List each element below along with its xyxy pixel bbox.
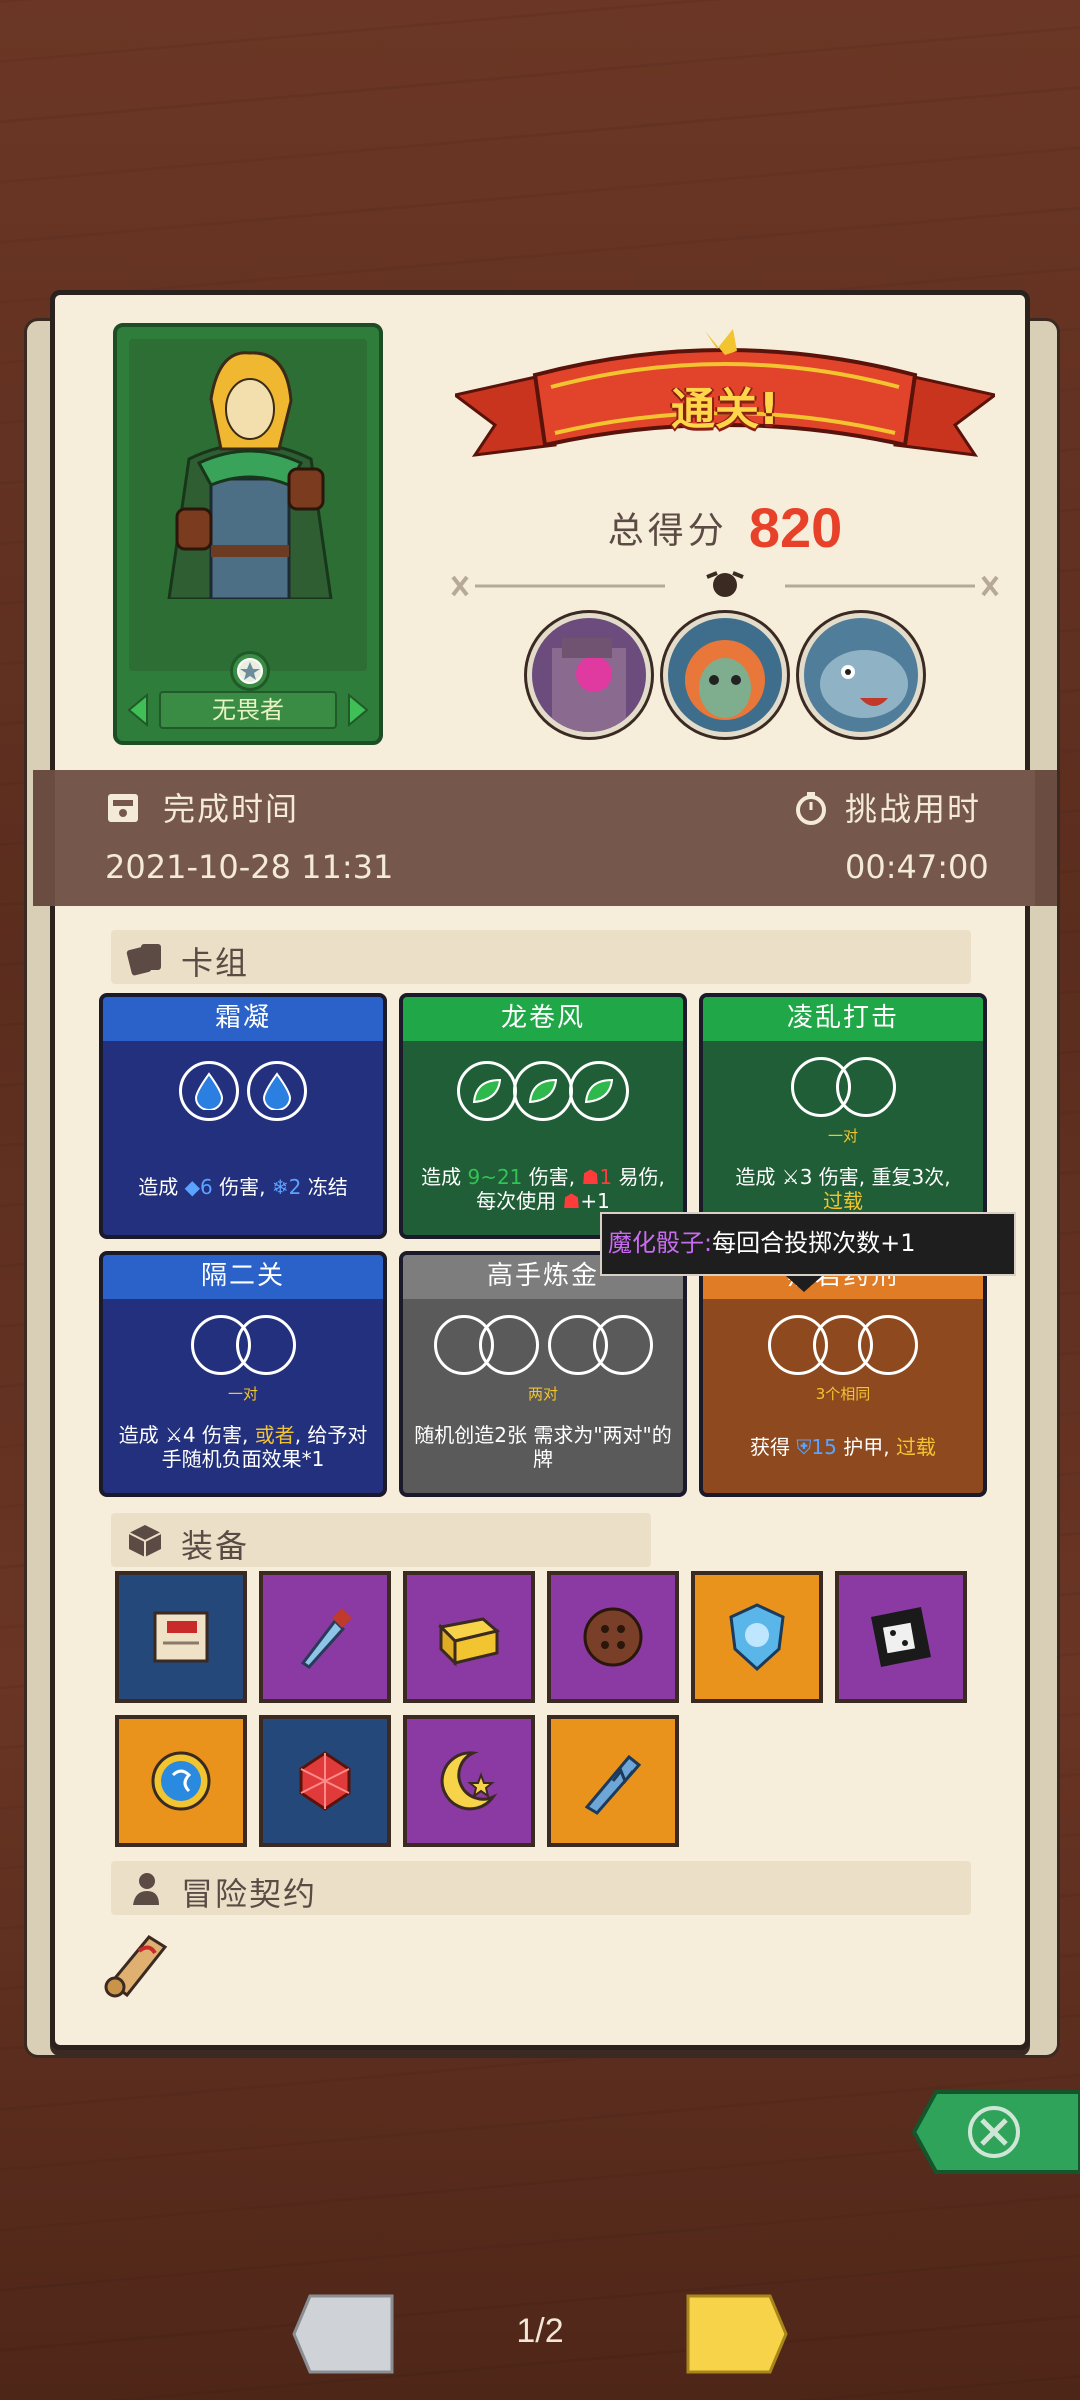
card-title: 霜凝 — [103, 997, 383, 1041]
boss-portrait-2[interactable] — [663, 613, 787, 737]
equipment-slot[interactable] — [835, 1571, 967, 1703]
card-description: 随机创造2张 需求为"两对"的牌 — [414, 1423, 672, 1471]
equipment-section-header: 装备 — [111, 1513, 651, 1567]
hero-name: 无畏者 — [159, 691, 337, 729]
close-button[interactable] — [912, 2086, 1080, 2178]
prev-hero-arrow-icon[interactable] — [125, 693, 151, 727]
card-description: 造成 ◆6 伤害, ❄2 冻结 — [138, 1175, 348, 1199]
empty-die-icon — [835, 1057, 896, 1117]
moon-star-icon — [440, 1751, 498, 1811]
card-description: 获得 ⛨15 护甲, 过载 — [750, 1435, 936, 1459]
card-requirement: 两对 — [527, 1385, 558, 1403]
empty-die-icon — [235, 1315, 296, 1375]
card-dice — [103, 1315, 383, 1375]
stopwatch-icon — [796, 792, 826, 825]
next-page-button[interactable] — [682, 2290, 788, 2378]
hero-emblem-icon — [230, 651, 270, 691]
wooden-button-icon — [583, 1607, 643, 1667]
result-panel: 无畏者 通关! 总得分 820 完成时间 2021-10-28 11:31 挑战… — [33, 290, 1057, 2050]
finish-time-value: 2021-10-28 11:31 — [105, 848, 394, 886]
challenge-time-value: 00:47:00 — [845, 848, 989, 886]
scroll-icon — [153, 1611, 209, 1663]
tooltip-item-name: 魔化骰子: — [608, 1229, 713, 1257]
card-requirement: 一对 — [827, 1127, 858, 1145]
ice-shield-icon — [729, 1603, 785, 1672]
equipment-slot[interactable] — [547, 1715, 679, 1847]
card-dice — [403, 1061, 683, 1121]
person-icon — [133, 1873, 159, 1905]
hero-card[interactable]: 无畏者 — [113, 323, 383, 745]
equipment-slot[interactable] — [691, 1571, 823, 1703]
empty-die-icon — [478, 1315, 539, 1375]
boss-portrait-1[interactable] — [527, 613, 651, 737]
finish-time-label: 完成时间 — [163, 790, 300, 828]
challenge-time-label: 挑战用时 — [845, 790, 982, 828]
page-indicator: 1/2 — [516, 2312, 564, 2350]
card-dice — [703, 1057, 983, 1117]
score-row: 总得分 820 — [455, 495, 995, 560]
contract-scroll-icon[interactable] — [99, 1923, 179, 2003]
water-die-icon — [247, 1061, 307, 1121]
card-title: 龙卷风 — [403, 997, 683, 1041]
deck-card[interactable]: 隔二关 一对 造成 ⚔4 伤害, 或者, 给予对手随机负面效果*1 — [99, 1251, 387, 1497]
card-description: 造成 ⚔4 伤害, 或者, 给予对手随机负面效果*1 — [118, 1423, 368, 1471]
hero-portrait — [129, 339, 367, 671]
equipment-slot[interactable] — [115, 1571, 247, 1703]
box-icon — [128, 1525, 162, 1557]
equipment-slot[interactable] — [403, 1715, 535, 1847]
card-requirement: 一对 — [227, 1385, 258, 1403]
equipment-slot[interactable] — [259, 1715, 391, 1847]
deck-card[interactable]: 黑岩药剂 3个相同 获得 ⛨15 护甲, 过载 — [699, 1251, 987, 1497]
tooltip-pointer — [786, 1276, 822, 1292]
next-hero-arrow-icon[interactable] — [345, 693, 371, 727]
equipment-slot[interactable] — [547, 1571, 679, 1703]
water-die-icon — [179, 1061, 239, 1121]
deck-card[interactable]: 霜凝 造成 ◆6 伤害, ❄2 冻结 — [99, 993, 387, 1239]
empty-die-icon — [592, 1315, 653, 1375]
card-dice — [703, 1315, 983, 1375]
victory-title: 通关! — [670, 384, 780, 435]
contract-section-title: 冒险契约 — [181, 1875, 318, 1913]
card-title: 凌乱打击 — [703, 997, 983, 1041]
wind-die-icon — [513, 1061, 573, 1121]
deck-section-title: 卡组 — [181, 944, 250, 982]
card-description: 造成 9~21 伤害, ☗1 易伤, 每次使用 ☗+1 — [421, 1165, 665, 1213]
cards-icon — [126, 944, 161, 976]
deck-card[interactable]: 凌乱打击 一对 造成 ⚔3 伤害, 重复3次, 过载 — [699, 993, 987, 1239]
wind-die-icon — [569, 1061, 629, 1121]
card-description: 造成 ⚔3 伤害, 重复3次, 过载 — [735, 1165, 951, 1213]
equipment-slot[interactable] — [115, 1715, 247, 1847]
score-value: 820 — [748, 496, 843, 559]
ruby-icon — [299, 1751, 351, 1811]
empty-die-icon — [858, 1315, 918, 1375]
victory-banner: 通关! — [451, 325, 999, 475]
cursed-dice-icon — [871, 1607, 931, 1667]
boss-portrait-3[interactable] — [799, 613, 923, 737]
score-label: 总得分 — [607, 510, 728, 552]
equipment-slot[interactable] — [259, 1571, 391, 1703]
card-requirement: 3个相同 — [815, 1385, 871, 1403]
tooltip-text: 每回合投掷次数+1 — [712, 1229, 916, 1257]
deck-section-header: 卡组 — [111, 930, 971, 984]
contract-section-header: 冒险契约 — [111, 1861, 971, 1915]
equipment-slot[interactable] — [403, 1571, 535, 1703]
time-info-bar: 完成时间 2021-10-28 11:31 挑战用时 00:47:00 — [33, 770, 1057, 906]
deck-card[interactable]: 高手炼金 两对 随机创造2张 需求为"两对"的牌 — [399, 1251, 687, 1497]
ice-dagger-icon — [300, 1608, 352, 1669]
skull-divider-icon — [451, 571, 999, 597]
gold-box-icon — [437, 1617, 501, 1667]
calendar-icon — [108, 794, 138, 822]
blue-orb-icon — [151, 1751, 211, 1811]
deck-card[interactable]: 龙卷风 造成 9~21 伤害, ☗1 易伤, 每次使用 ☗+1 — [399, 993, 687, 1239]
wind-die-icon — [457, 1061, 517, 1121]
card-dice — [403, 1315, 683, 1375]
equipment-section-title: 装备 — [181, 1527, 250, 1565]
equipment-tooltip: 魔化骰子:每回合投掷次数+1 — [600, 1212, 1016, 1276]
card-title: 隔二关 — [103, 1255, 383, 1299]
prev-page-button[interactable] — [292, 2290, 398, 2378]
card-dice — [103, 1061, 383, 1121]
broken-blade-icon — [584, 1754, 642, 1815]
